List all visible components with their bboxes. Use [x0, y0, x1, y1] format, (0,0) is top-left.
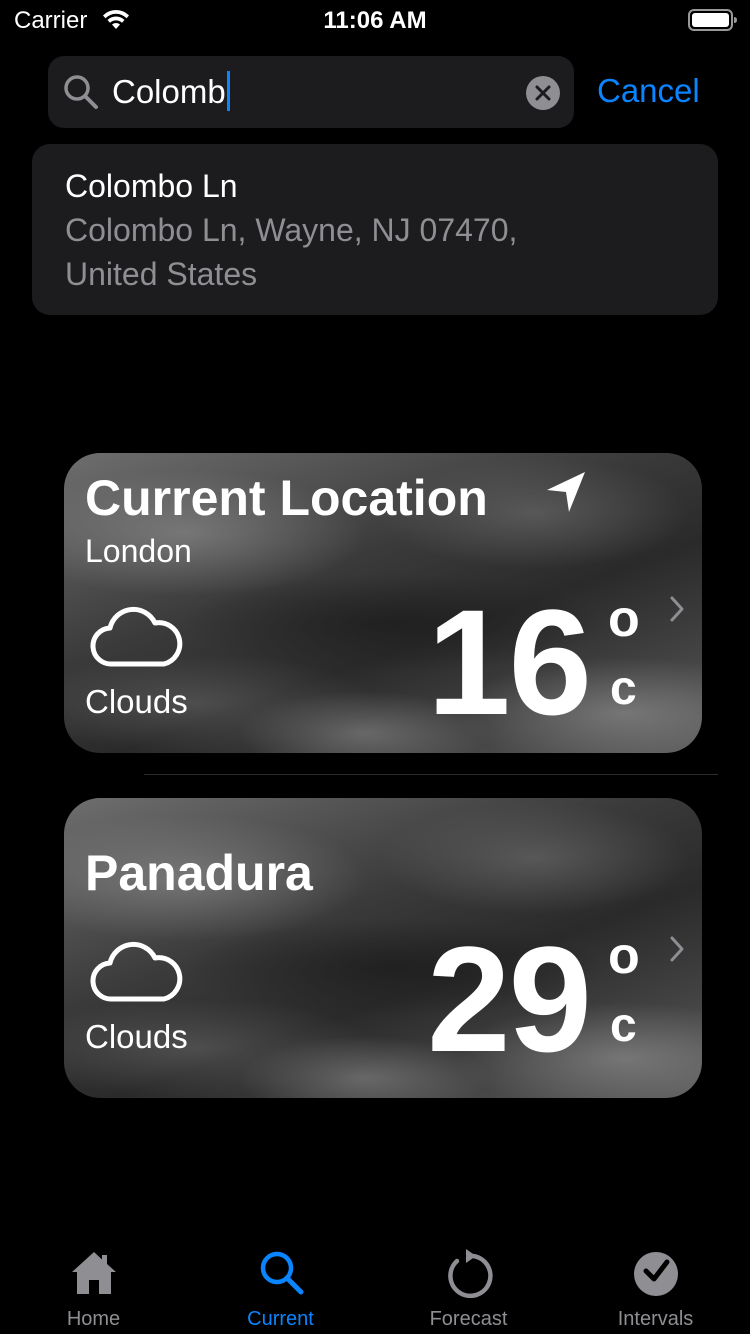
suggestion-title: Colombo Ln — [65, 168, 238, 204]
cloud-icon — [90, 941, 183, 1002]
checkmark-circle-icon — [634, 1252, 678, 1296]
card-subtitle: London — [85, 533, 192, 569]
card-title: Current Location — [85, 470, 488, 526]
temperature-unit-celsius: c — [610, 662, 637, 715]
weather-card-current-location[interactable]: Current Location London Clouds 16 o c — [64, 453, 702, 753]
clear-search-button[interactable] — [526, 76, 560, 110]
tab-forecast[interactable]: Forecast — [375, 1236, 562, 1334]
suggestion-subtitle: Colombo Ln, Wayne, NJ 07470, United Stat… — [65, 212, 518, 292]
tab-label: Home — [66, 1308, 121, 1330]
tab-intervals[interactable]: Intervals — [562, 1236, 749, 1334]
search-icon — [64, 75, 98, 109]
tab-label: Current — [247, 1308, 314, 1330]
tab-current[interactable]: Current — [187, 1236, 374, 1334]
cancel-button[interactable]: Cancel — [597, 70, 700, 112]
status-bar: Carrier 11:06 AM — [0, 0, 750, 40]
chevron-right-icon — [670, 596, 684, 622]
temperature-unit-degree: o — [608, 590, 640, 648]
temperature-unit-degree: o — [608, 927, 640, 985]
tab-label: Intervals — [617, 1308, 694, 1330]
battery-icon — [688, 9, 737, 31]
status-time: 11:06 AM — [323, 7, 427, 34]
tab-label: Forecast — [429, 1308, 508, 1330]
cloud-icon — [90, 606, 183, 667]
home-icon — [72, 1252, 116, 1294]
temperature-value: 16 — [427, 578, 592, 746]
weather-card-panadura[interactable]: Panadura Clouds 29 o c — [64, 798, 702, 1098]
search-input[interactable]: Colomb — [112, 70, 230, 114]
search-suggestion[interactable]: Colombo Ln Colombo Ln, Wayne, NJ 07470, … — [32, 144, 718, 315]
search-input-text: Colomb — [112, 73, 226, 110]
weather-condition: Clouds — [85, 1018, 188, 1055]
separator — [144, 774, 718, 775]
tab-bar: Home Current Forecast Intervals — [0, 1236, 750, 1334]
location-arrow-icon — [547, 472, 585, 512]
card-title: Panadura — [85, 845, 313, 901]
temperature-value: 29 — [427, 915, 592, 1083]
clear-icon — [535, 85, 551, 101]
weather-condition: Clouds — [85, 683, 188, 720]
refresh-icon — [448, 1249, 493, 1298]
temperature-unit-celsius: c — [610, 999, 637, 1052]
search-icon — [260, 1251, 304, 1295]
chevron-right-icon — [670, 936, 684, 962]
text-cursor — [226, 71, 230, 111]
screen: Carrier 11:06 AM Colomb Cancel Colombo L… — [0, 0, 750, 1334]
tab-home[interactable]: Home — [0, 1236, 187, 1334]
